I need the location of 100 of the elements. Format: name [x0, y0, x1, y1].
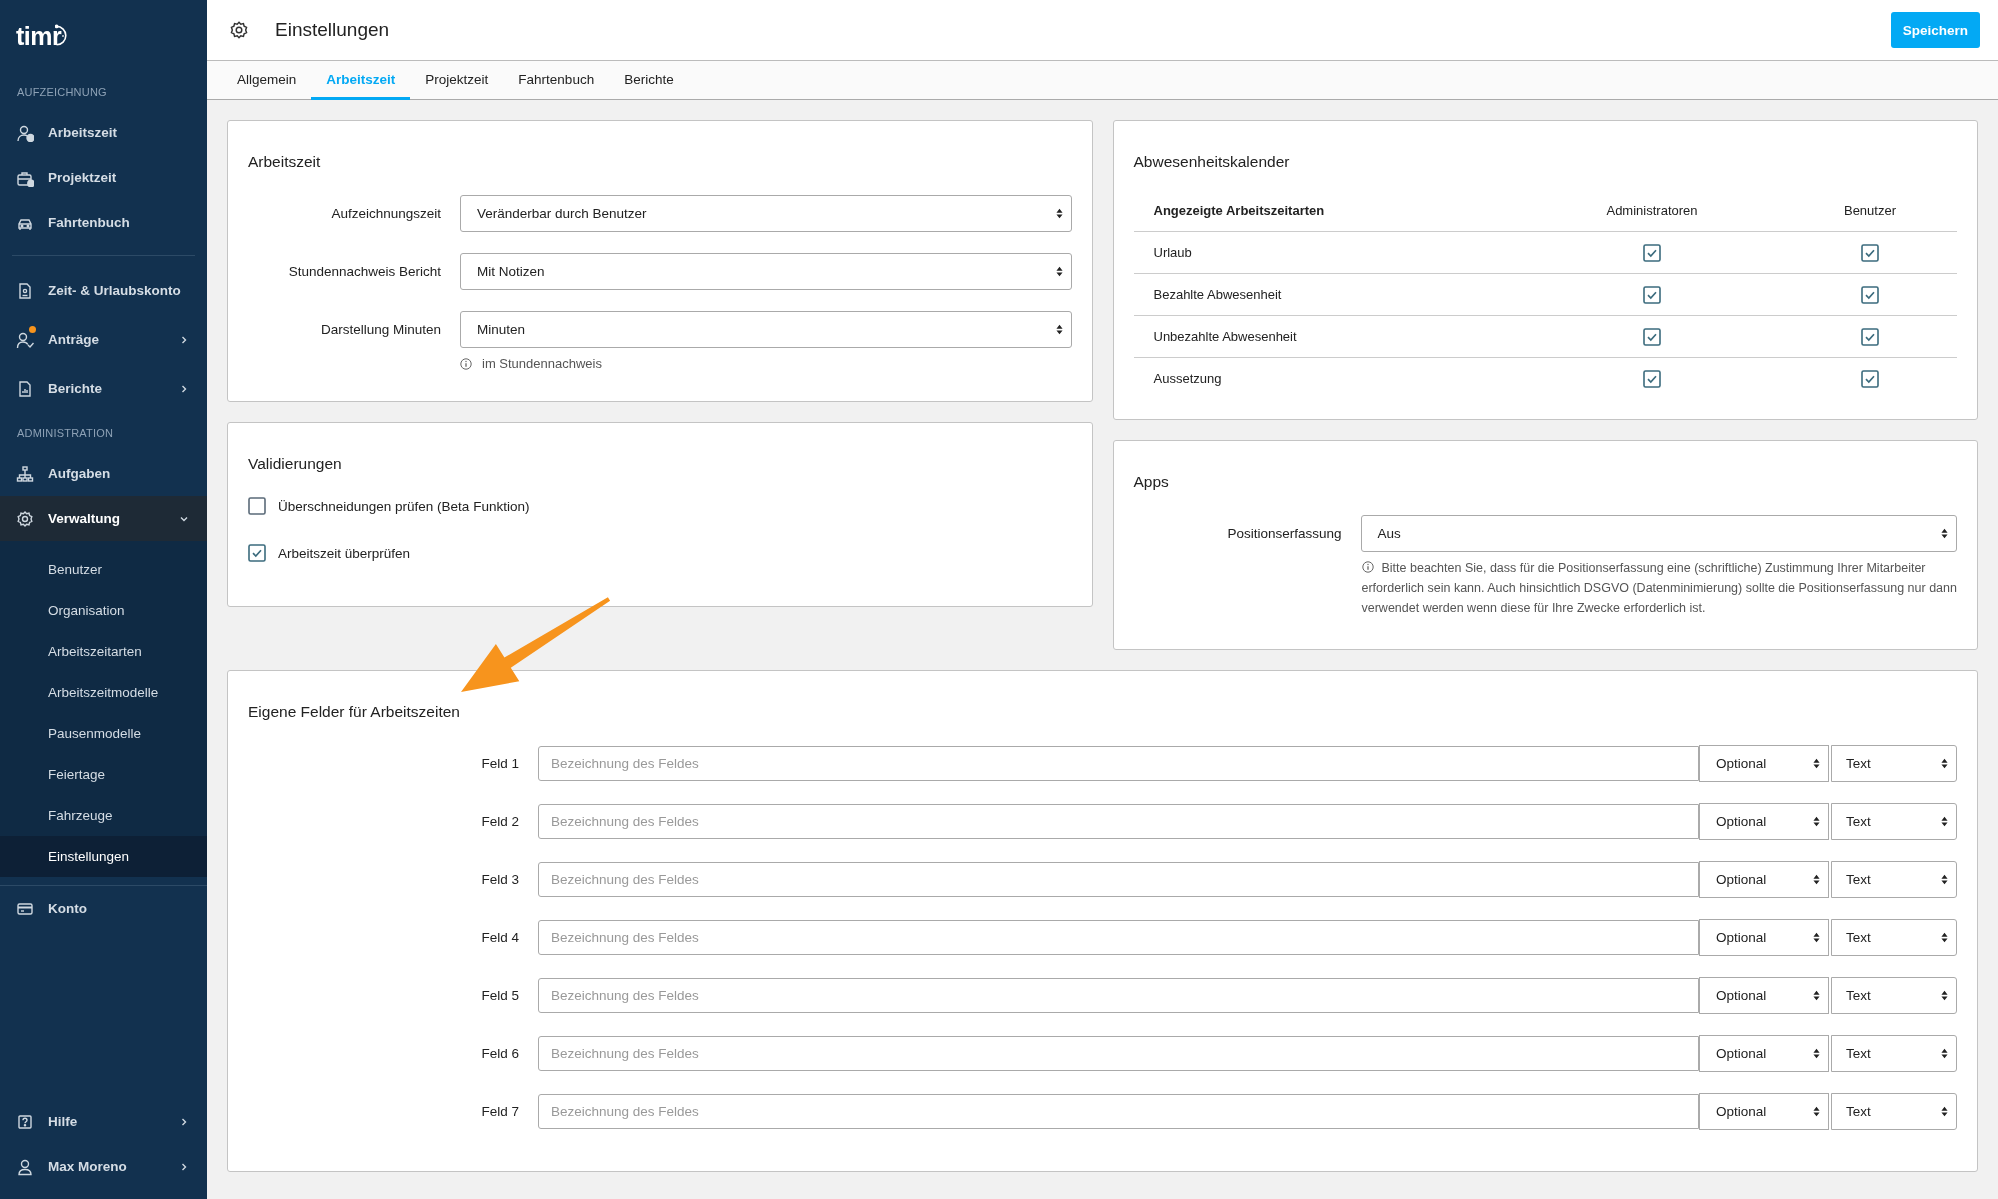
checkbox-label: Arbeitszeit überprüfen [278, 545, 411, 561]
text-field[interactable]: Bezeichnung des Feldes [538, 1036, 1699, 1071]
section-heading: ADMINISTRATION [16, 426, 115, 441]
dropdown[interactable]: Text [1831, 1093, 1957, 1130]
settings-icon [16, 509, 34, 528]
dropdown[interactable]: Text [1831, 861, 1957, 898]
field-label: Stundennachweis Bericht [287, 264, 441, 279]
field-label: Feld 4 [480, 930, 520, 945]
column-header: Angezeigte Arbeitszeitarten [1153, 203, 1325, 218]
dropdown[interactable]: Text [1831, 745, 1957, 782]
sort-caret-icon [1941, 1106, 1948, 1117]
dropdown[interactable]: Text [1831, 803, 1957, 840]
field-label: Feld 2 [480, 814, 520, 829]
submenu-item[interactable]: Feiertage [0, 754, 207, 795]
settings-icon [229, 20, 249, 40]
hint-text: Bitte beachten Sie, dass für die Positionserfassung eine (schriftliche) Zustimmung Ihrer Mitarbeiter erforderlich sein kann. Auch hinsichtlich DSGVO (Datenminimierung) sollte die Positionserfassung nur dann verwendet werden wenn diese für Ihre Zwecke erforderlich ist. [1361, 560, 1957, 617]
sort-caret-icon [1941, 990, 1948, 1001]
sort-caret-icon [1813, 1106, 1820, 1117]
text-field[interactable]: Bezeichnung des Feldes [538, 1094, 1699, 1129]
sidebar-item[interactable]: Max Moreno [0, 1144, 207, 1189]
text-field[interactable]: Bezeichnung des Feldes [538, 978, 1699, 1013]
sidebar-item[interactable]: Arbeitszeit [0, 110, 207, 155]
submenu-item[interactable]: Arbeitszeitmodelle [0, 672, 207, 713]
card-title: Eigene Felder für Arbeitszeiten [248, 703, 460, 721]
sort-caret-icon [1941, 1048, 1948, 1059]
checkbox[interactable] [248, 544, 266, 562]
dropdown[interactable]: Aus [1360, 515, 1957, 552]
checkbox[interactable] [248, 497, 266, 515]
dropdown[interactable]: Optional [1699, 745, 1829, 782]
sort-caret-icon [1055, 266, 1063, 277]
checkbox[interactable] [1861, 285, 1879, 304]
field-label: Feld 5 [480, 988, 520, 1003]
dropdown[interactable]: Text [1831, 919, 1957, 956]
dropdown[interactable]: Optional [1699, 803, 1829, 840]
submenu-item[interactable]: Fahrzeuge [0, 795, 207, 836]
dropdown[interactable]: Optional [1699, 1093, 1829, 1130]
dropdown[interactable]: Optional [1699, 977, 1829, 1014]
dropdown[interactable]: Mit Notizen [460, 253, 1072, 290]
info-icon [1361, 561, 1374, 573]
tab[interactable]: Projektzeit [410, 61, 504, 100]
sidebar-item[interactable]: Verwaltung [0, 496, 207, 541]
tab[interactable]: Berichte [609, 61, 689, 100]
sidebar-item[interactable]: Berichte [0, 364, 207, 413]
user-icon [16, 1157, 34, 1176]
sidebar-item[interactable]: Konto [0, 886, 207, 931]
sort-caret-icon [1941, 932, 1948, 943]
checkbox[interactable] [1861, 327, 1879, 346]
dropdown[interactable]: Optional [1699, 1035, 1829, 1072]
checkbox[interactable] [1643, 243, 1661, 262]
field-label: Feld 1 [480, 756, 520, 771]
report-icon [16, 379, 34, 398]
column-header: Administratoren [1606, 203, 1698, 218]
field-label: Darstellung Minuten [319, 322, 441, 337]
text-field[interactable]: Bezeichnung des Feldes [538, 804, 1699, 839]
submenu-item[interactable]: Einstellungen [0, 836, 207, 877]
submenu-item[interactable]: Arbeitszeitarten [0, 631, 207, 672]
help-icon [16, 1112, 34, 1131]
tab[interactable]: Fahrtenbuch [503, 61, 610, 100]
checkbox[interactable] [1643, 285, 1661, 304]
dropdown[interactable]: Optional [1699, 919, 1829, 956]
card-title: Apps [1133, 473, 1169, 491]
sidebar-item[interactable]: Zeit- & Urlaubskonto [0, 266, 207, 315]
user-check-icon [16, 330, 34, 349]
sort-caret-icon [1813, 1048, 1820, 1059]
sidebar-item[interactable]: Hilfe [0, 1099, 207, 1144]
card-title: Arbeitszeit [248, 153, 321, 171]
dropdown[interactable]: Text [1831, 977, 1957, 1014]
dropdown[interactable]: Veränderbar durch Benutzer [460, 195, 1072, 232]
document-icon [16, 281, 34, 300]
field-label: Positionserfassung [1226, 526, 1342, 541]
logo: timr [16, 21, 62, 51]
dropdown[interactable]: Text [1831, 1035, 1957, 1072]
checkbox[interactable] [1643, 369, 1661, 388]
sort-caret-icon [1813, 932, 1820, 943]
table-cell: Unbezahlte Abwesenheit [1153, 329, 1297, 344]
sidebar-item[interactable]: Aufgaben [0, 451, 207, 496]
column-header: Benutzer [1843, 203, 1896, 218]
card-title: Validierungen [248, 455, 342, 473]
checkbox[interactable] [1643, 327, 1661, 346]
text-field[interactable]: Bezeichnung des Feldes [538, 746, 1699, 781]
sort-caret-icon [1813, 990, 1820, 1001]
dropdown[interactable]: Minuten [460, 311, 1072, 348]
hierarchy-icon [16, 464, 34, 483]
tab[interactable]: Allgemein [222, 61, 312, 100]
text-field[interactable]: Bezeichnung des Feldes [538, 920, 1699, 955]
dropdown[interactable]: Optional [1699, 861, 1829, 898]
card-title: Abwesenheitskalender [1133, 153, 1290, 171]
submenu-item[interactable]: Organisation [0, 590, 207, 631]
sort-caret-icon [1055, 324, 1063, 335]
sort-caret-icon [1941, 816, 1948, 827]
field-label: Aufzeichnungszeit [330, 206, 441, 221]
sidebar-item[interactable]: Projektzeit [0, 155, 207, 200]
section-heading: AUFZEICHNUNG [16, 85, 108, 100]
submenu-item[interactable]: Pausenmodelle [0, 713, 207, 754]
text-field[interactable]: Bezeichnung des Feldes [538, 862, 1699, 897]
checkbox[interactable] [1861, 369, 1879, 388]
checkbox[interactable] [1861, 243, 1879, 262]
submenu-item[interactable]: Benutzer [0, 549, 207, 590]
sidebar-item[interactable]: Anträge [0, 315, 207, 364]
sidebar-item[interactable]: Fahrtenbuch [0, 200, 207, 245]
